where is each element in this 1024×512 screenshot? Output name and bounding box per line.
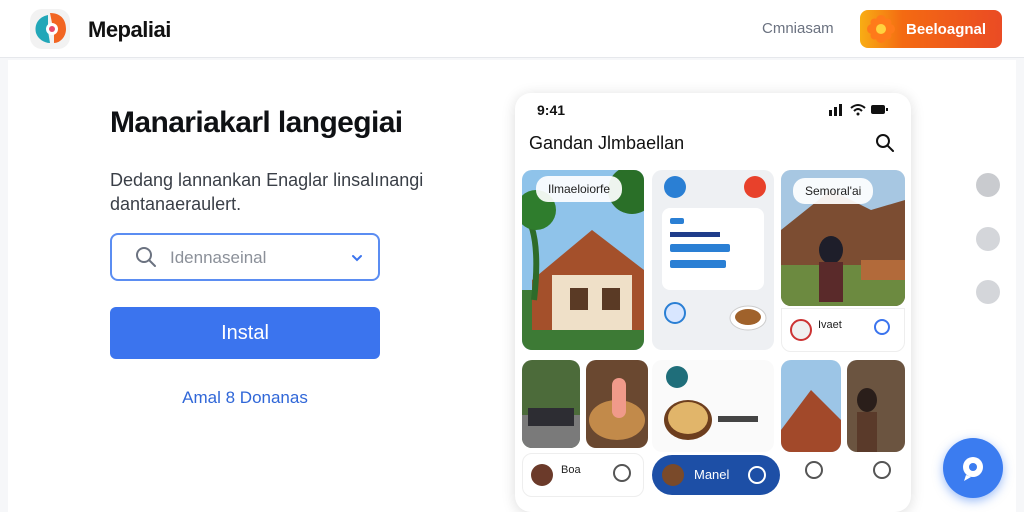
phone-preview: 9:41 Gandan Jlmbaellan Ilmaeloiorfe Semo… [515,93,911,512]
carousel-dot-2[interactable] [976,227,1000,251]
dumplings-photo [664,400,758,440]
tile-label: Boa [561,464,581,476]
tile-label: Ivaet [818,319,842,331]
gallery-tile-appcard[interactable] [652,170,774,350]
clock-icon[interactable] [748,466,766,484]
avatar [662,464,684,486]
install-header-button[interactable]: Beeloagnal [860,10,1002,48]
page-subtitle: Dedang lannankan Enaglar linsalınangi da… [110,170,424,214]
gallery-tile-market[interactable]: Semoral'ai [781,170,905,306]
search-icon[interactable] [875,133,895,153]
close-icon[interactable] [744,176,766,198]
secondary-link[interactable]: Cmniasam [762,20,834,37]
search-icon [136,247,156,267]
food-bowl-photo [729,305,767,331]
search-input[interactable]: Idennaseinal [110,233,380,281]
tile-chip: Ilmaeloiorfe [536,176,623,202]
food-photo [586,360,648,448]
chevron-down-icon[interactable] [350,251,364,265]
alternate-link[interactable]: Amal 8 Donanas [110,388,380,408]
people-photo [847,360,905,452]
search-placeholder: Idennaseinal [170,248,267,267]
roof-photo [781,360,841,452]
active-tile-label: Manel [694,467,730,482]
avatar [531,464,553,486]
gallery-tile-food[interactable] [586,360,648,448]
badge-icon [790,319,812,341]
tile-info-market[interactable]: Ivaet [781,308,905,352]
install-button-label: Instal [221,321,269,344]
check-icon[interactable] [874,319,890,335]
user-icon[interactable] [873,461,891,479]
flower-icon [867,15,895,43]
phone-screen-title: Gandan Jlmbaellan [529,133,685,153]
chat-icon [963,457,983,481]
install-header-label: Beeloagnal [906,20,987,38]
gallery-tile-dumplings[interactable] [652,360,774,452]
gallery-tile-people[interactable] [847,360,905,452]
gallery-tile-roof[interactable] [781,360,841,452]
install-button[interactable]: Instal [110,307,380,359]
app-logo-icon[interactable] [28,7,72,51]
active-tile-pill[interactable]: Manel [652,455,780,495]
check-icon[interactable] [805,461,823,479]
top-header: Mepaliai Cmniasam Beeloagnal [0,0,1024,58]
info-icon [664,176,686,198]
pin-icon [666,366,688,388]
status-time: 9:41 [537,102,566,118]
search-icon[interactable] [613,464,631,482]
page-title: Manariakarl langegiai [110,106,403,139]
status-icons [829,104,888,116]
carousel-dot-3[interactable] [976,280,1000,304]
street-photo [522,360,580,448]
tile-info-actions [781,453,905,497]
carousel-dot-1[interactable] [976,173,1000,197]
tile-chip: Semoral'ai [793,178,874,204]
chat-fab[interactable] [943,438,1003,498]
user-icon [664,302,686,324]
app-name: Mepaliai [88,17,171,42]
mini-form-card [662,208,764,290]
gallery-tile-street[interactable] [522,360,580,448]
tile-info-boa[interactable]: Boa [522,453,644,497]
gallery-tile-house[interactable]: Ilmaeloiorfe [522,170,644,350]
